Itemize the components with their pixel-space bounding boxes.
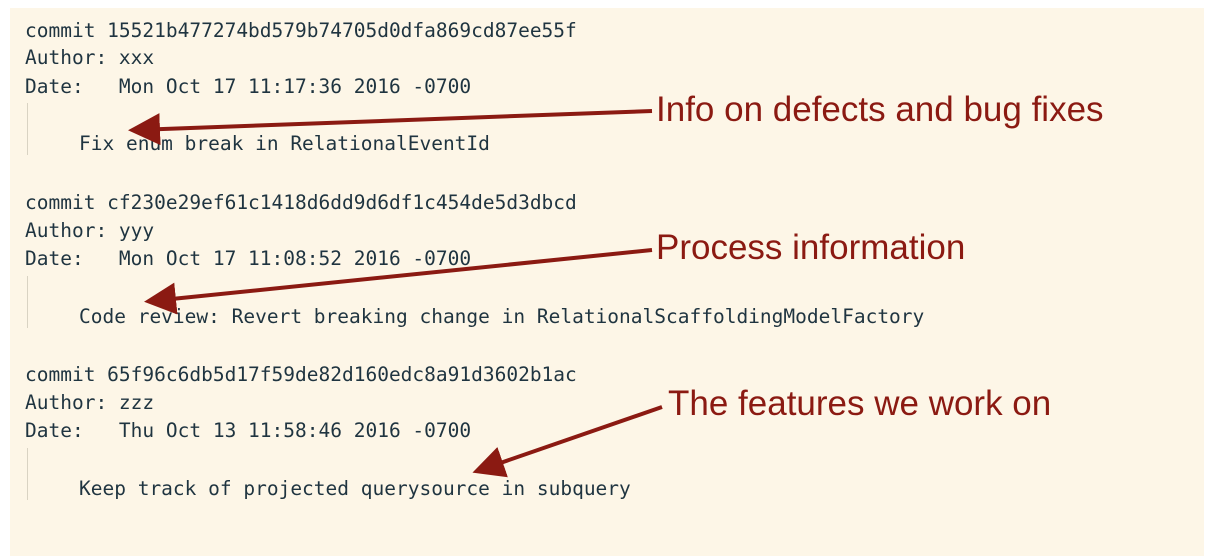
arrow-1 [128, 109, 653, 146]
annotation-label: Info on defects and bug fixes [656, 90, 1104, 129]
annotation-arrows [128, 109, 663, 478]
annotation-label: The features we work on [668, 384, 1052, 423]
annotation-label: Process information [656, 228, 966, 267]
arrow-3 [472, 405, 663, 478]
arrow-2 [144, 248, 653, 315]
